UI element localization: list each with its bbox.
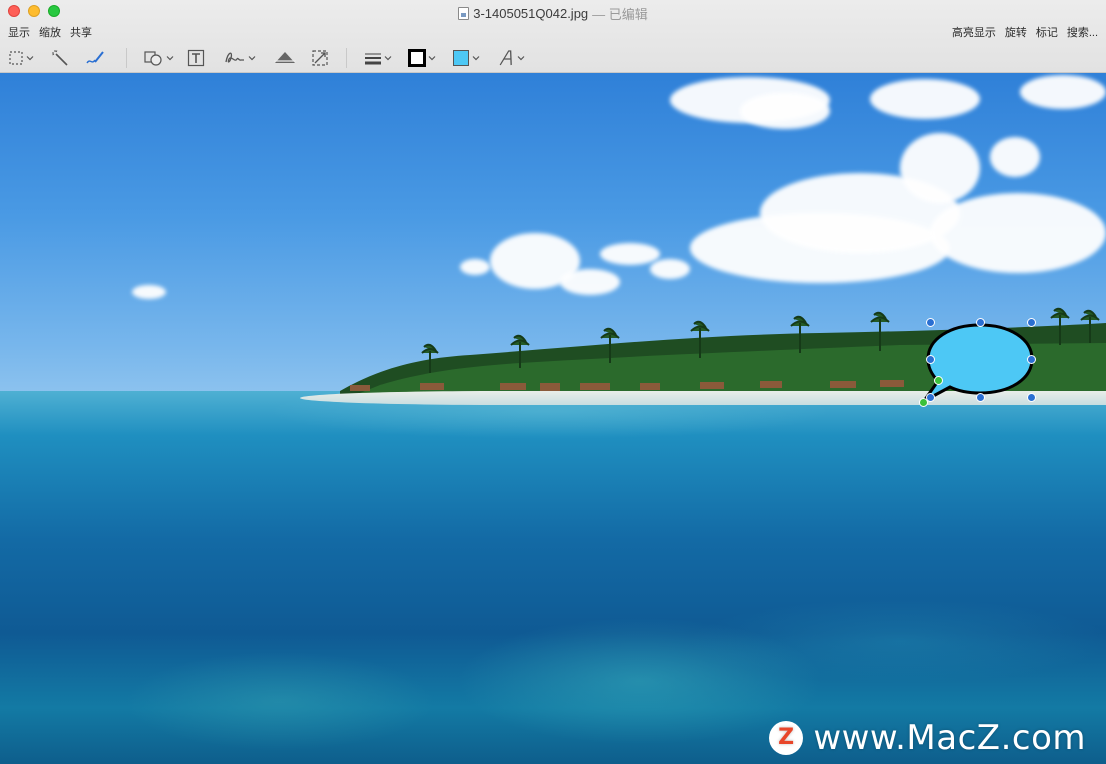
image-document-icon[interactable] bbox=[458, 7, 470, 20]
resize-icon bbox=[312, 50, 328, 66]
toolbar-separator bbox=[126, 48, 127, 68]
selection-handle-top-right[interactable] bbox=[1027, 318, 1036, 327]
fill-color-button[interactable] bbox=[452, 48, 480, 68]
watermark-text: www.MacZ.com bbox=[813, 718, 1086, 758]
text-style-icon bbox=[499, 50, 512, 66]
text-box-icon bbox=[187, 49, 205, 67]
shape-style-button[interactable] bbox=[364, 48, 392, 68]
image-canvas[interactable]: Z www.MacZ.com bbox=[0, 73, 1106, 764]
instant-alpha-button[interactable] bbox=[51, 48, 69, 68]
selection-tool-button[interactable] bbox=[8, 48, 34, 68]
zoom-button[interactable]: 缩放 bbox=[39, 24, 61, 40]
adjust-size-button[interactable] bbox=[311, 48, 329, 68]
share-button[interactable]: 共享 bbox=[70, 24, 92, 40]
shapes-button[interactable] bbox=[144, 48, 174, 68]
rotate-button[interactable]: 旋转 bbox=[1005, 24, 1027, 40]
highlight-button[interactable]: 高亮显示 bbox=[952, 24, 996, 40]
text-button[interactable] bbox=[187, 48, 205, 68]
chevron-down-icon bbox=[248, 56, 256, 61]
sketch-button[interactable] bbox=[85, 48, 105, 68]
chevron-down-icon bbox=[384, 56, 392, 61]
window-title-edited: — 已编辑 bbox=[592, 7, 648, 22]
watermark: Z www.MacZ.com bbox=[769, 718, 1086, 758]
shapes-icon bbox=[144, 51, 162, 66]
view-button[interactable]: 显示 bbox=[8, 24, 30, 40]
signature-icon bbox=[225, 52, 244, 63]
window-title: 3-1405051Q042.jpg — 已编辑 bbox=[0, 4, 1106, 23]
window-title-filename: 3-1405051Q042.jpg bbox=[473, 6, 589, 21]
chevron-down-icon bbox=[26, 56, 34, 61]
macz-logo-icon: Z bbox=[769, 721, 804, 755]
tail-handle-base[interactable] bbox=[934, 376, 943, 385]
sign-button[interactable] bbox=[224, 48, 256, 68]
photo-sea-reef bbox=[0, 391, 1106, 764]
tail-handle-tip[interactable] bbox=[919, 398, 928, 407]
chevron-down-icon bbox=[166, 56, 174, 61]
toolbar-right-buttons: 高亮显示 旋转 标记 搜索... bbox=[952, 24, 1098, 40]
selection-handle-bottom-right[interactable] bbox=[1027, 393, 1036, 402]
chevron-down-icon bbox=[428, 56, 436, 61]
selection-handle-top[interactable] bbox=[976, 318, 985, 327]
toolbar-left-buttons: 显示 缩放 共享 bbox=[8, 24, 92, 40]
markup-button[interactable]: 标记 bbox=[1036, 24, 1058, 40]
pen-sketch-icon bbox=[86, 51, 104, 64]
line-style-icon bbox=[365, 53, 381, 65]
speech-bubble-annotation[interactable] bbox=[916, 317, 1040, 413]
search-button[interactable]: 搜索... bbox=[1067, 24, 1098, 40]
toolbar-separator bbox=[346, 48, 347, 68]
window-titlebar: 3-1405051Q042.jpg — 已编辑 显示 缩放 共享 高亮显示 旋转… bbox=[0, 0, 1106, 73]
magic-wand-icon bbox=[52, 50, 68, 66]
chevron-down-icon bbox=[472, 56, 480, 61]
adjust-color-button[interactable] bbox=[274, 48, 296, 68]
border-color-icon bbox=[408, 49, 426, 67]
dashed-rect-select-icon bbox=[9, 51, 23, 65]
fill-color-icon bbox=[453, 50, 469, 66]
macz-logo-letter: Z bbox=[778, 725, 795, 750]
selection-handle-bottom[interactable] bbox=[976, 393, 985, 402]
markup-toolbar bbox=[0, 44, 1106, 72]
selection-handle-top-left[interactable] bbox=[926, 318, 935, 327]
chevron-down-icon bbox=[517, 56, 525, 61]
text-style-button[interactable] bbox=[497, 48, 525, 68]
selection-handle-left[interactable] bbox=[926, 355, 935, 364]
adjust-color-icon bbox=[274, 52, 296, 63]
selection-handle-right[interactable] bbox=[1027, 355, 1036, 364]
border-color-button[interactable] bbox=[408, 48, 436, 68]
